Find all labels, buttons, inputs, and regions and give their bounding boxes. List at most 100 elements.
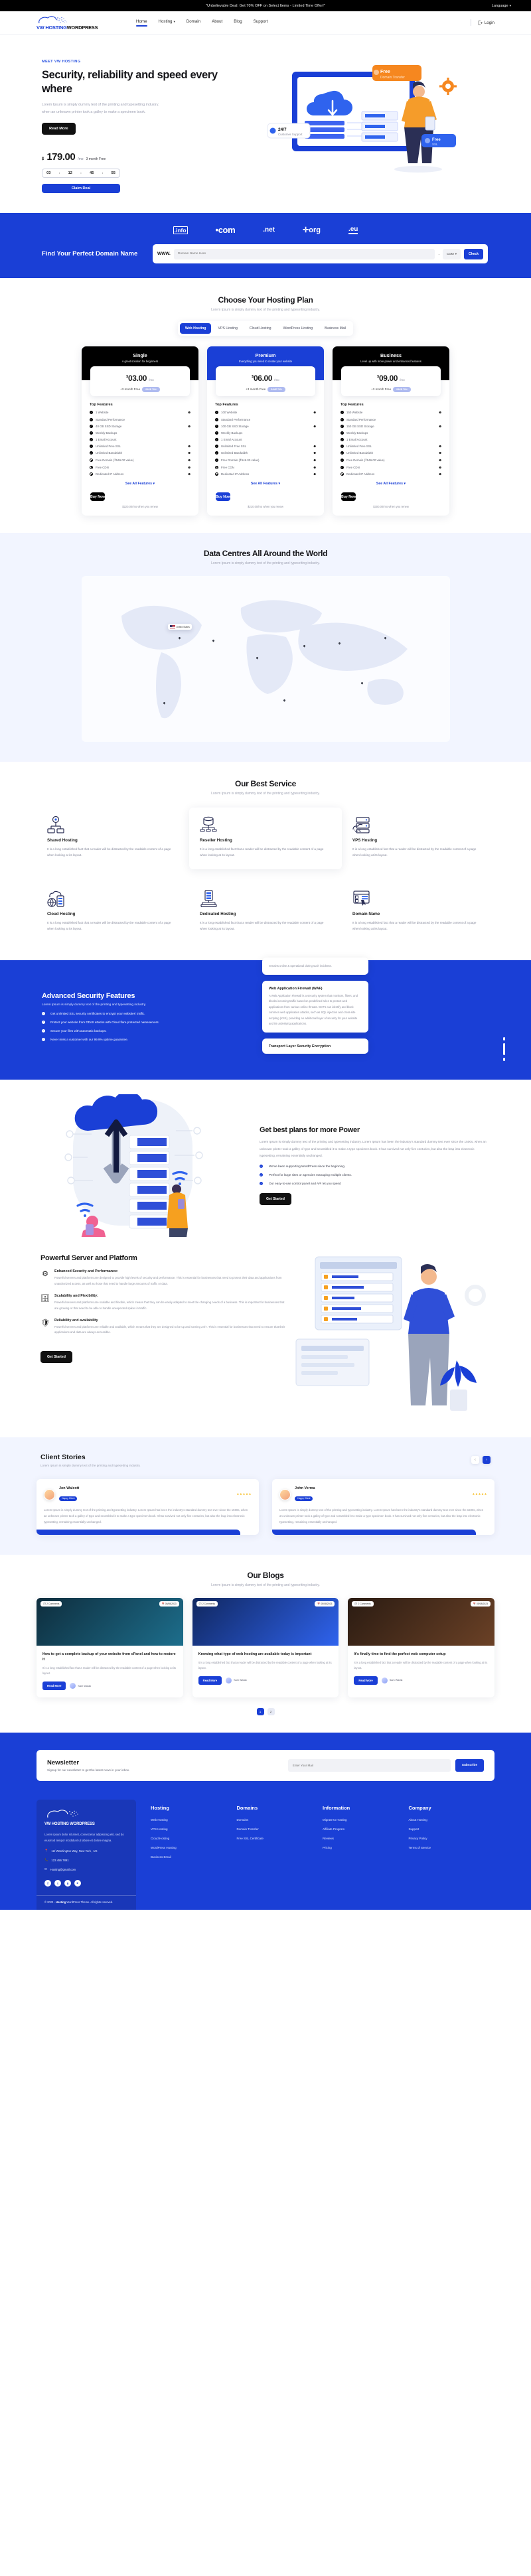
map-pin[interactable] xyxy=(212,640,215,643)
blog-card[interactable]: 💬 2 Comments 📅 05/08/2023 Knowing what t… xyxy=(192,1597,339,1698)
tab-vps-hosting[interactable]: VPS Hosting xyxy=(212,323,242,334)
map-pin[interactable] xyxy=(163,702,166,705)
footer-link[interactable]: Domain Transfer xyxy=(237,1827,323,1831)
language-selector[interactable]: Language ▾ xyxy=(492,4,511,8)
nav-item-domain[interactable]: Domain xyxy=(187,19,200,26)
info-icon[interactable]: ❶ xyxy=(188,425,190,428)
tab-wordpress-hosting[interactable]: WordPress Hosting xyxy=(278,323,319,334)
service-card-cloud-hosting[interactable]: Cloud Hosting It is a long established f… xyxy=(37,881,189,943)
footer-link[interactable]: Terms of Service xyxy=(409,1846,495,1849)
service-card-shared-hosting[interactable]: Shared Hosting It is a long established … xyxy=(37,808,189,869)
info-icon[interactable]: ❶ xyxy=(188,451,190,455)
newsletter-email-input[interactable] xyxy=(287,1759,451,1772)
info-icon[interactable]: ❶ xyxy=(313,466,316,469)
claim-deal-button[interactable]: Claim Deal xyxy=(42,184,120,194)
read-more-button[interactable]: Read More xyxy=(42,123,76,135)
footer-phone[interactable]: 📞 123 456 7891 xyxy=(44,1858,128,1862)
nav-item-about[interactable]: About xyxy=(212,19,222,26)
footer-link[interactable]: Migrate to Hosting xyxy=(323,1818,409,1822)
footer-link[interactable]: Web Hosting xyxy=(151,1818,237,1822)
blog-card[interactable]: 💬 2 Comments 📅 05/08/2023 How to get a c… xyxy=(37,1597,183,1698)
info-icon[interactable]: ❶ xyxy=(188,459,190,462)
info-icon[interactable]: ❶ xyxy=(439,466,441,469)
next-arrow-button[interactable]: › xyxy=(483,1456,491,1465)
buy-now-button[interactable]: Buy Now xyxy=(216,492,231,501)
platform-get-started-button[interactable]: Get Started xyxy=(40,1350,72,1363)
footer-link[interactable]: Reviews xyxy=(323,1837,409,1840)
facebook-icon[interactable]: f xyxy=(44,1880,51,1887)
map-pin[interactable] xyxy=(303,645,306,648)
info-icon[interactable]: ❶ xyxy=(313,445,316,448)
buy-now-button[interactable]: Buy Now xyxy=(341,492,356,501)
map-marker-united-states[interactable]: United States xyxy=(167,624,192,630)
behance-icon[interactable]: 8 xyxy=(64,1880,71,1887)
footer-link[interactable]: Business Email xyxy=(151,1855,237,1859)
tab-web-hosting[interactable]: Web Hosting xyxy=(179,323,212,334)
footer-email[interactable]: ✉ Hosting@gmail.com xyxy=(44,1867,128,1871)
map-pin[interactable] xyxy=(338,642,341,646)
service-card-domain-name[interactable]: Domain Name It is a long established fac… xyxy=(342,881,494,943)
map-pin[interactable] xyxy=(256,657,259,660)
subscribe-button[interactable]: Subscribe xyxy=(455,1759,484,1772)
service-card-dedicated-hosting[interactable]: Dedicated Hosting It is a long establish… xyxy=(189,881,342,943)
see-all-features-link[interactable]: See All Features ▾ xyxy=(82,482,198,486)
blog-page-2[interactable]: 2 xyxy=(267,1708,275,1716)
site-logo[interactable]: VW HOSTINGWORDPRESS xyxy=(37,15,100,31)
info-icon[interactable]: ❶ xyxy=(188,445,190,448)
footer-link[interactable]: Privacy Policy xyxy=(409,1837,495,1840)
blog-read-more-button[interactable]: Read More xyxy=(42,1682,66,1691)
info-icon[interactable]: ❶ xyxy=(313,411,316,414)
tld-select[interactable]: COM ▾ xyxy=(443,248,461,259)
login-button[interactable]: Login xyxy=(478,21,494,25)
info-icon[interactable]: ❶ xyxy=(313,472,316,476)
blog-read-more-button[interactable]: Read More xyxy=(198,1676,222,1685)
info-icon[interactable]: ❶ xyxy=(313,459,316,462)
footer-link[interactable]: About Hosting xyxy=(409,1818,495,1822)
plan-name: Premium xyxy=(255,352,276,359)
domain-input[interactable] xyxy=(173,248,435,259)
map-pin[interactable] xyxy=(283,699,286,703)
footer-link[interactable]: VPS Hosting xyxy=(151,1827,237,1831)
see-all-features-link[interactable]: See All Features ▾ xyxy=(207,482,324,486)
info-icon[interactable]: ❶ xyxy=(313,451,316,455)
map-pin[interactable] xyxy=(384,637,387,640)
blog-read-more-button[interactable]: Read More xyxy=(354,1676,378,1685)
footer-link[interactable]: Free SSL Certificate xyxy=(237,1837,323,1840)
service-card-reseller-hosting[interactable]: Reseller Hosting It is a long establishe… xyxy=(189,808,342,869)
info-icon[interactable]: ❶ xyxy=(439,459,441,462)
scroll-indicator[interactable] xyxy=(503,1037,505,1061)
tab-business-mail[interactable]: Business Mail xyxy=(319,323,351,334)
info-icon[interactable]: ❶ xyxy=(188,472,190,476)
get-started-button[interactable]: Get Started xyxy=(260,1193,291,1206)
blog-card[interactable]: 💬 2 Comments 📅 05/08/2023 It's finally t… xyxy=(348,1597,495,1698)
info-icon[interactable]: ❶ xyxy=(439,445,441,448)
twitter-icon[interactable]: t xyxy=(54,1880,61,1887)
prev-arrow-button[interactable]: ‹ xyxy=(471,1456,479,1465)
buy-now-button[interactable]: Buy Now xyxy=(90,492,106,501)
info-icon[interactable]: ❶ xyxy=(313,425,316,428)
footer-link[interactable]: Domains xyxy=(237,1818,323,1822)
info-icon[interactable]: ❶ xyxy=(439,411,441,414)
footer-link[interactable]: Affiliate Program xyxy=(323,1827,409,1831)
map-pin[interactable] xyxy=(360,682,364,685)
see-all-features-link[interactable]: See All Features ▾ xyxy=(333,482,449,486)
nav-item-support[interactable]: Support xyxy=(254,19,268,26)
nav-item-hosting[interactable]: Hosting ▾ xyxy=(159,19,175,26)
info-icon[interactable]: ❶ xyxy=(439,451,441,455)
map-pin[interactable] xyxy=(178,637,181,640)
footer-link[interactable]: WordPress Hosting xyxy=(151,1846,237,1849)
youtube-icon[interactable]: ▸ xyxy=(74,1880,81,1887)
footer-link[interactable]: Support xyxy=(409,1827,495,1831)
info-icon[interactable]: ❶ xyxy=(188,466,190,469)
service-card-vps-hosting[interactable]: VPS VPS Hosting It is a long established… xyxy=(342,808,494,869)
tab-cloud-hosting[interactable]: Cloud Hosting xyxy=(244,323,277,334)
footer-link[interactable]: Cloud Hosting xyxy=(151,1837,237,1840)
check-domain-button[interactable]: Check xyxy=(463,248,483,259)
nav-item-blog[interactable]: Blog xyxy=(234,19,242,26)
info-icon[interactable]: ❶ xyxy=(188,411,190,414)
footer-link[interactable]: Pricing xyxy=(323,1846,409,1849)
info-icon[interactable]: ❶ xyxy=(439,472,441,476)
blog-page-1[interactable]: 1 xyxy=(256,1708,264,1716)
nav-item-home[interactable]: Home xyxy=(136,19,147,27)
info-icon[interactable]: ❶ xyxy=(439,425,441,428)
